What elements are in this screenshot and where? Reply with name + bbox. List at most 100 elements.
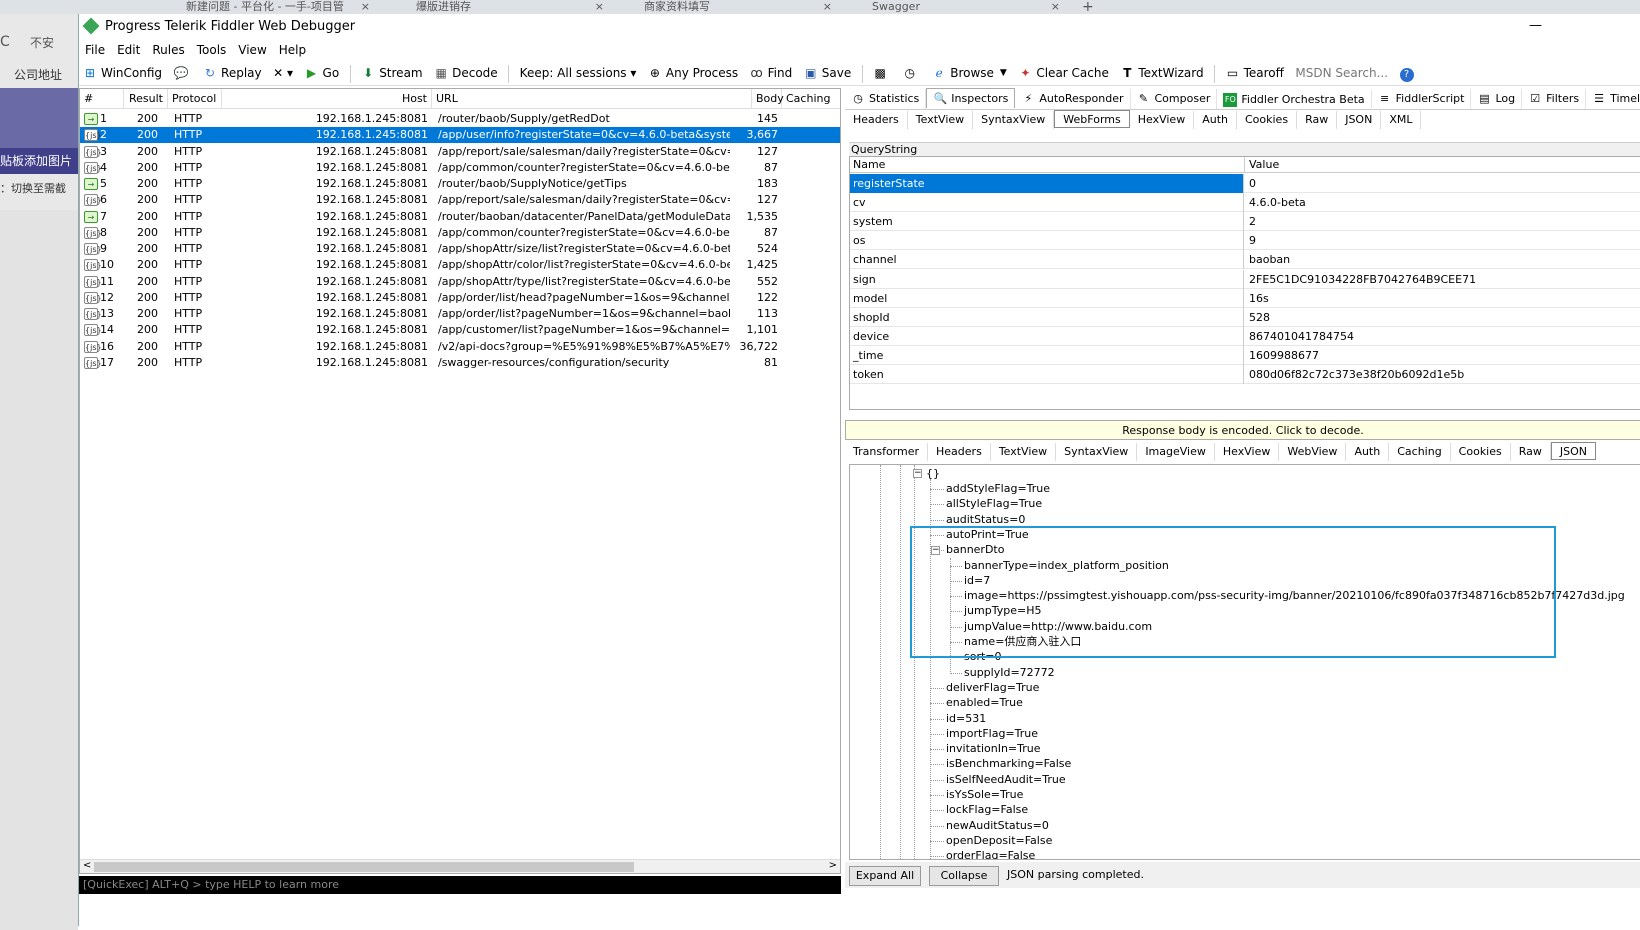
quickexec-input[interactable]: [QuickExec] ALT+Q > type HELP to learn m… bbox=[79, 876, 841, 894]
collapse-toggle-icon[interactable]: − bbox=[931, 546, 940, 556]
response-tab[interactable]: Cookies bbox=[1451, 443, 1511, 461]
replay-button[interactable]: ↻ Replay bbox=[199, 60, 266, 86]
session-row[interactable]: {js} 14 200 HTTP 192.168.1.245:8081/app/cust… bbox=[80, 322, 840, 338]
menu-help[interactable]: Help bbox=[279, 40, 306, 60]
json-node[interactable]: orderFlag=False bbox=[946, 848, 1035, 859]
menu-tools[interactable]: Tools bbox=[197, 40, 227, 60]
comment-button[interactable]: 💬 bbox=[170, 60, 196, 86]
msdn-search-input[interactable]: MSDN Search... bbox=[1291, 60, 1392, 86]
json-node[interactable]: allStyleFlag=True bbox=[946, 496, 1042, 511]
querystring-row[interactable]: cv 4.6.0-beta bbox=[850, 193, 1640, 213]
decode-notice-bar[interactable]: Response body is encoded. Click to decod… bbox=[845, 420, 1640, 440]
menu-file[interactable]: File bbox=[85, 40, 105, 60]
any-process-button[interactable]: ⊕ Any Process bbox=[644, 60, 742, 86]
json-child-node[interactable]: name=供应商入驻入口 bbox=[964, 634, 1081, 649]
request-tab[interactable]: SyntaxView bbox=[973, 111, 1055, 129]
response-tab[interactable]: Headers bbox=[928, 443, 991, 461]
response-tab[interactable]: Auth bbox=[1346, 443, 1390, 461]
session-row[interactable]: {js} 4 200 HTTP 192.168.1.245:8081/app/commo… bbox=[80, 160, 840, 176]
collapse-toggle-icon[interactable]: − bbox=[913, 469, 922, 478]
col-result[interactable]: Result bbox=[124, 89, 168, 109]
inspector-tab[interactable]: ☰ Timeli bbox=[1586, 89, 1640, 109]
response-tab[interactable]: HexView bbox=[1215, 443, 1280, 461]
inspector-tab[interactable]: ☑ Filters bbox=[1522, 88, 1587, 109]
json-node[interactable]: id=531 bbox=[946, 711, 986, 726]
session-row[interactable]: {js} 3 200 HTTP 192.168.1.245:8081/app/repor… bbox=[80, 144, 840, 160]
response-tab[interactable]: Transformer bbox=[845, 443, 929, 461]
json-node[interactable]: openDeposit=False bbox=[946, 833, 1052, 848]
querystring-row[interactable]: os 9 bbox=[850, 231, 1640, 251]
json-node[interactable]: autoPrint=True bbox=[946, 527, 1029, 542]
winconfig-button[interactable]: ⊞ WinConfig bbox=[79, 60, 166, 86]
session-row[interactable]: {js} 16 200 HTTP 192.168.1.245:8081/v2/api-d… bbox=[80, 339, 840, 355]
minimize-button[interactable]: — bbox=[1529, 18, 1542, 33]
help-button[interactable]: ? bbox=[1396, 62, 1422, 88]
timer-button[interactable]: ◷ bbox=[899, 60, 925, 86]
scroll-thumb[interactable] bbox=[94, 862, 634, 872]
collapse-button[interactable]: Collapse bbox=[929, 866, 999, 886]
json-child-node[interactable]: id=7 bbox=[964, 573, 990, 588]
json-node[interactable]: isYsSole=True bbox=[946, 787, 1023, 802]
querystring-row[interactable]: registerState 0 bbox=[850, 174, 1640, 193]
session-row[interactable]: {js} 13 200 HTTP 192.168.1.245:8081/app/orde… bbox=[80, 306, 840, 322]
request-tab[interactable]: Auth bbox=[1194, 111, 1237, 129]
browser-tab[interactable]: Swagger × bbox=[848, 0, 1066, 14]
json-node[interactable]: auditStatus=0 bbox=[946, 512, 1025, 527]
clear-cache-button[interactable]: ✦ Clear Cache bbox=[1014, 60, 1113, 86]
querystring-row[interactable]: channel baoban bbox=[850, 250, 1640, 270]
querystring-row[interactable]: token 080d06f82c72c373e38f20b6092d1e5b bbox=[850, 365, 1640, 384]
menu-edit[interactable]: Edit bbox=[117, 40, 140, 60]
col-host[interactable]: Host bbox=[222, 89, 432, 109]
close-icon[interactable]: × bbox=[361, 0, 370, 14]
json-child-node[interactable]: jumpValue=http://www.baidu.com bbox=[964, 619, 1152, 634]
json-node[interactable]: deliverFlag=True bbox=[946, 680, 1039, 695]
bookmark-item[interactable]: 公司地址 bbox=[14, 66, 62, 83]
close-icon[interactable]: × bbox=[823, 0, 832, 14]
name-header[interactable]: Name bbox=[853, 158, 885, 171]
querystring-row[interactable]: sign 2FE5C1DC91034228FB7042764B9CEE71 bbox=[850, 269, 1640, 289]
inspector-tab[interactable]: ≡ FiddlerScript bbox=[1372, 88, 1472, 109]
request-tab[interactable]: Raw bbox=[1297, 111, 1338, 129]
querystring-row[interactable]: system 2 bbox=[850, 212, 1640, 232]
browser-tab[interactable]: 商家资料填写 × bbox=[620, 0, 838, 14]
querystring-row[interactable]: shopId 528 bbox=[850, 307, 1640, 327]
col-url[interactable]: URL bbox=[432, 89, 752, 109]
response-tab[interactable]: TextView bbox=[991, 443, 1057, 461]
request-tab[interactable]: Headers bbox=[845, 111, 908, 129]
col-caching[interactable]: Caching bbox=[782, 89, 840, 109]
stream-button[interactable]: ⬇ Stream bbox=[357, 60, 426, 86]
json-node[interactable]: lockFlag=False bbox=[946, 802, 1028, 817]
json-node[interactable]: importFlag=True bbox=[946, 726, 1038, 741]
save-button[interactable]: ▣ Save bbox=[800, 60, 855, 86]
session-row[interactable]: → 5 200 HTTP 192.168.1.245:8081/router/baob/… bbox=[80, 176, 840, 192]
col-protocol[interactable]: Protocol bbox=[168, 89, 222, 109]
go-button[interactable]: ▶ Go bbox=[301, 60, 344, 86]
side-link[interactable]: 贴板添加图片 bbox=[0, 148, 78, 174]
json-node[interactable]: invitationIn=True bbox=[946, 741, 1041, 756]
session-row[interactable]: {js} 10 200 HTTP 192.168.1.245:8081/app/shop… bbox=[80, 257, 840, 273]
json-root[interactable]: {} bbox=[926, 466, 940, 481]
json-node[interactable]: enabled=True bbox=[946, 695, 1023, 710]
expand-all-button[interactable]: Expand All bbox=[849, 866, 921, 886]
response-tab[interactable]: ImageView bbox=[1137, 443, 1215, 461]
json-child-node[interactable]: bannerType=index_platform_position bbox=[964, 558, 1169, 573]
menu-rules[interactable]: Rules bbox=[152, 40, 184, 60]
json-child-node[interactable]: sort=0 bbox=[964, 649, 1002, 664]
keep-sessions-dropdown[interactable]: Keep: All sessions ▾ bbox=[516, 60, 641, 86]
inspector-tab[interactable]: FO Fiddler Orchestra Beta bbox=[1217, 89, 1372, 110]
screenshot-button[interactable]: ▩ bbox=[869, 60, 895, 86]
querystring-row[interactable]: model 16s bbox=[850, 288, 1640, 308]
response-tab[interactable]: SyntaxView bbox=[1056, 443, 1138, 461]
menu-view[interactable]: View bbox=[238, 40, 266, 60]
browse-button[interactable]: ℯ Browse ▼ bbox=[928, 60, 1011, 86]
textwizard-button[interactable]: T TextWizard bbox=[1116, 60, 1207, 86]
json-child-node[interactable]: supplyId=72772 bbox=[964, 665, 1055, 680]
json-node[interactable]: newAuditStatus=0 bbox=[946, 818, 1049, 833]
decode-button[interactable]: ▦ Decode bbox=[430, 60, 502, 86]
col-num[interactable]: # bbox=[80, 89, 124, 109]
browser-tab[interactable]: 爆版进销存 × bbox=[386, 0, 610, 14]
inspector-tab[interactable]: ▤ Log bbox=[1471, 88, 1523, 109]
session-row[interactable]: {js} 11 200 HTTP 192.168.1.245:8081/app/shop… bbox=[80, 274, 840, 290]
json-child-node[interactable]: image=https://pssimgtest.yishouapp.com/p… bbox=[964, 588, 1625, 603]
request-tab[interactable]: TextView bbox=[908, 111, 974, 129]
